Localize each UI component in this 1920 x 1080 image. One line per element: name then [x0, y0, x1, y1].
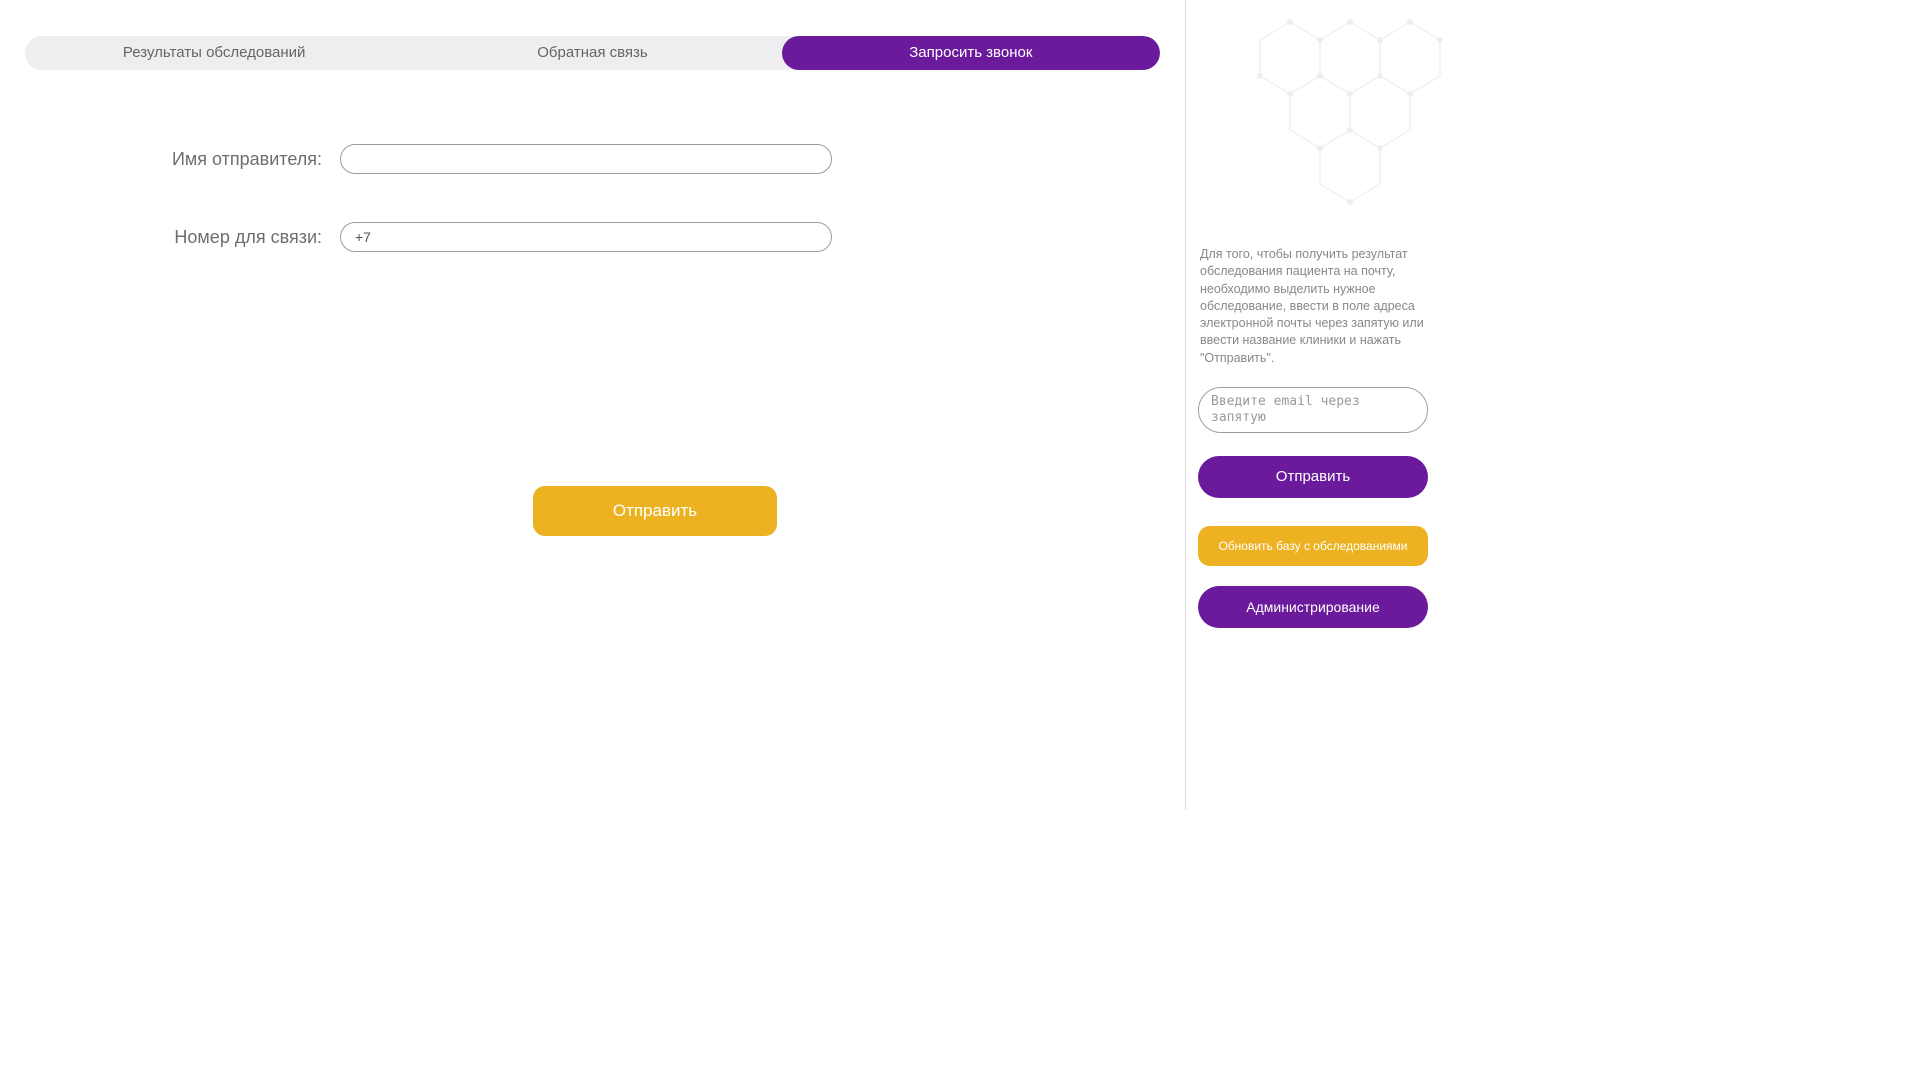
submit-button[interactable]: Отправить [533, 486, 777, 536]
sender-name-label: Имя отправителя: [100, 149, 340, 170]
tabs: Результаты обследований Обратная связь З… [25, 36, 1160, 70]
phone-input[interactable] [340, 222, 832, 252]
sidebar-update-button[interactable]: Обновить базу с обследованиями [1198, 526, 1428, 566]
sender-name-input[interactable] [340, 144, 832, 174]
sidebar: Для того, чтобы получить результат обсле… [1185, 0, 1440, 810]
call-request-form: Имя отправителя: Номер для связи: [20, 144, 1165, 252]
hexagon-decoration-icon [1200, 10, 1460, 230]
phone-label: Номер для связи: [100, 227, 340, 248]
tab-results[interactable]: Результаты обследований [25, 36, 403, 70]
sidebar-admin-button[interactable]: Администрирование [1198, 586, 1428, 628]
sidebar-send-button[interactable]: Отправить [1198, 456, 1428, 498]
email-input[interactable] [1198, 387, 1428, 433]
tab-request-call[interactable]: Запросить звонок [782, 36, 1160, 70]
content-area: Результаты обследований Обратная связь З… [0, 0, 1185, 810]
tab-feedback[interactable]: Обратная связь [403, 36, 781, 70]
sidebar-help-text: Для того, чтобы получить результат обсле… [1198, 246, 1428, 367]
